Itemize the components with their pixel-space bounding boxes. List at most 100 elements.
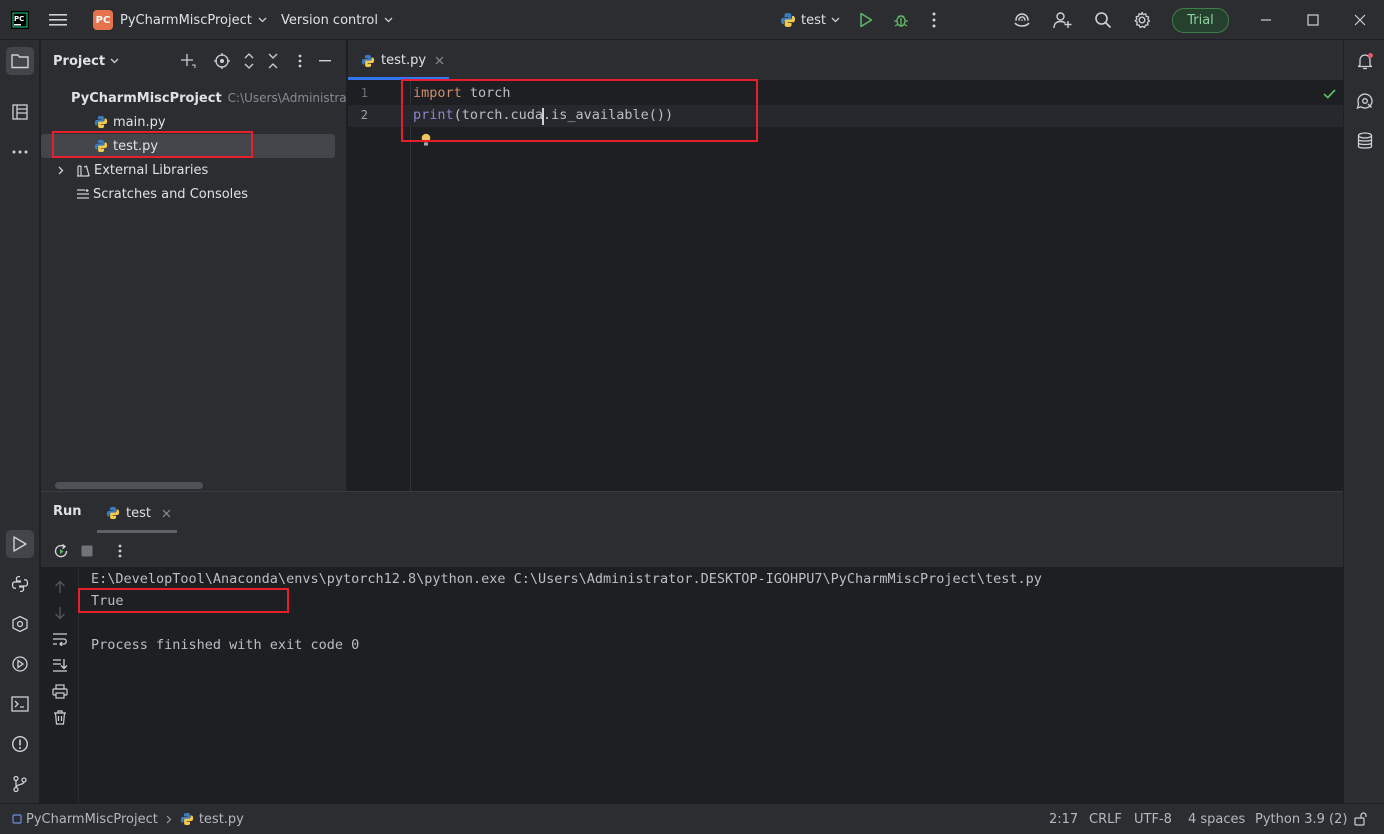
run-side-toolbar	[41, 568, 79, 804]
maximize-window-icon[interactable]	[1307, 0, 1319, 40]
breadcrumb-file[interactable]: test.py	[199, 812, 244, 827]
python-packages-button[interactable]	[6, 570, 34, 598]
database-icon[interactable]	[1357, 132, 1373, 150]
select-opened-file-icon[interactable]	[214, 53, 230, 69]
pycharm-logo-icon[interactable]: PC	[11, 0, 29, 40]
scroll-up-icon[interactable]	[54, 580, 66, 594]
python-file-icon	[94, 115, 108, 129]
horizontal-scrollbar[interactable]	[55, 482, 203, 489]
git-tool-button[interactable]	[6, 770, 34, 798]
python-interpreter[interactable]: Python 3.9 (2)	[1255, 804, 1347, 834]
scroll-to-end-icon[interactable]	[52, 658, 68, 672]
more-tools-icon[interactable]	[6, 138, 34, 166]
terminal-tool-button[interactable]	[6, 690, 34, 718]
file-encoding[interactable]: UTF-8	[1134, 804, 1172, 834]
run-config-label: test	[801, 12, 826, 28]
minimize-window-icon[interactable]	[1260, 0, 1272, 40]
no-problems-check-icon[interactable]	[1323, 89, 1336, 99]
folder-icon	[11, 54, 29, 69]
structure-tool-button[interactable]	[6, 98, 34, 126]
tree-root-project[interactable]: PyCharmMiscProject C:\Users\Administrato…	[41, 86, 346, 110]
close-window-icon[interactable]	[1354, 0, 1366, 40]
breadcrumb-project[interactable]: PyCharmMiscProject	[26, 812, 158, 827]
close-tab-icon[interactable]	[435, 56, 444, 65]
collapse-all-icon[interactable]	[267, 53, 279, 69]
print-icon[interactable]	[52, 684, 68, 699]
line-ending[interactable]: CRLF	[1089, 804, 1122, 834]
indent-setting[interactable]: 4 spaces	[1188, 804, 1245, 834]
scroll-down-icon[interactable]	[54, 606, 66, 620]
tree-scratches[interactable]: Scratches and Consoles	[41, 182, 346, 206]
panel-options-icon[interactable]	[298, 54, 302, 68]
terminal-icon	[11, 696, 29, 712]
breadcrumb: PyCharmMiscProject test.py	[12, 804, 244, 834]
python-packages-icon	[11, 575, 29, 593]
left-tool-strip	[0, 40, 40, 803]
highlight-box-result	[78, 588, 289, 613]
svg-text:PC: PC	[14, 15, 24, 23]
debug-icon[interactable]	[893, 0, 909, 40]
project-panel-title: Project	[53, 53, 106, 69]
search-icon[interactable]	[1094, 0, 1112, 40]
title-bar: PC PC PyCharmMiscProject Version control…	[0, 0, 1384, 40]
run-config-selector[interactable]: test	[780, 0, 840, 40]
python-console-icon	[12, 656, 28, 672]
more-actions-icon[interactable]	[932, 0, 936, 40]
run-toolbar	[41, 534, 1343, 568]
close-tab-icon[interactable]	[162, 509, 171, 518]
status-bar: PyCharmMiscProject test.py 2:17 CRLF UTF…	[0, 803, 1384, 834]
problems-icon	[11, 735, 29, 753]
run-tool-button[interactable]	[6, 530, 34, 558]
scratches-label: Scratches and Consoles	[93, 186, 249, 202]
run-tab-indicator	[97, 530, 177, 533]
run-tab-test[interactable]: test	[97, 492, 177, 534]
python-console-button[interactable]	[6, 650, 34, 678]
project-panel-header[interactable]: Project	[53, 40, 119, 82]
run-tab-label: test	[126, 505, 151, 521]
editor-tab-test[interactable]: test.py	[348, 40, 449, 81]
hide-panel-icon[interactable]	[319, 60, 331, 62]
rerun-icon[interactable]	[53, 543, 69, 559]
line-number: 1	[360, 86, 368, 100]
code-editor[interactable]: 1 2 import torch print(torch.cuda.is_ava…	[348, 81, 1343, 491]
trash-icon[interactable]	[53, 710, 67, 725]
add-user-icon[interactable]	[1053, 0, 1072, 40]
caret-position[interactable]: 2:17	[1049, 804, 1078, 834]
chevron-down-icon	[831, 17, 840, 23]
structure-icon	[12, 104, 28, 120]
services-tool-button[interactable]	[6, 610, 34, 638]
problems-tool-button[interactable]	[6, 730, 34, 758]
settings-gear-icon[interactable]	[1133, 0, 1151, 40]
output-exit-message: Process finished with exit code 0	[91, 637, 360, 653]
services-icon	[12, 615, 28, 633]
editor-tab-bar: test.py	[348, 40, 1343, 81]
run-panel: Run test E:\DevelopTool\Anaconda\envs\py…	[41, 491, 1343, 804]
run-tool-icon	[13, 536, 27, 552]
version-control-menu[interactable]: Version control	[281, 0, 393, 40]
run-options-icon[interactable]	[118, 544, 122, 558]
new-file-icon[interactable]	[180, 53, 196, 69]
ai-assistant-icon[interactable]	[1013, 0, 1031, 40]
library-icon	[77, 164, 90, 177]
trial-label: Trial	[1172, 7, 1229, 33]
chevron-right-icon	[58, 166, 64, 174]
project-tool-button[interactable]	[6, 47, 34, 75]
run-icon[interactable]	[859, 0, 873, 40]
soft-wrap-icon[interactable]	[52, 632, 68, 646]
ai-chat-icon[interactable]	[1356, 92, 1374, 110]
highlight-box-code	[401, 79, 758, 142]
main-menu-icon[interactable]	[49, 0, 67, 40]
stop-icon[interactable]	[81, 545, 93, 557]
tree-external-libraries[interactable]: External Libraries	[41, 158, 346, 182]
project-name: PyCharmMiscProject	[120, 12, 252, 28]
notifications-bell-icon[interactable]	[1356, 52, 1374, 70]
trial-button[interactable]: Trial	[1172, 0, 1229, 40]
expand-all-icon[interactable]	[243, 53, 255, 69]
chevron-down-icon	[110, 58, 119, 64]
run-panel-title: Run	[53, 504, 82, 519]
project-switcher[interactable]: PC PyCharmMiscProject	[93, 0, 267, 40]
external-libraries-label: External Libraries	[94, 162, 209, 178]
python-file-icon	[361, 54, 375, 67]
read-only-lock-icon[interactable]	[1354, 804, 1367, 834]
python-file-icon	[180, 812, 193, 826]
